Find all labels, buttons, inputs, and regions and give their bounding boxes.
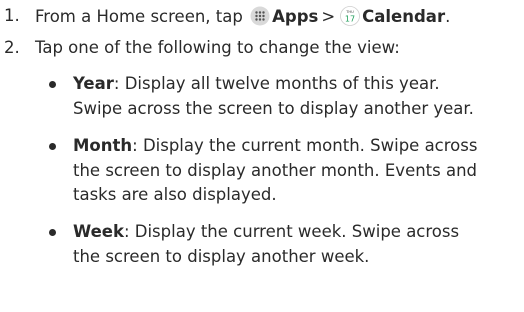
calendar-label: Calendar	[362, 7, 446, 26]
bullet-term: Week	[73, 222, 124, 241]
bullet-term: Month	[73, 136, 133, 155]
bullet-line: Year: Display all twelve months of this …	[73, 72, 523, 97]
instructions-document: 1. From a Home screen, tap Apps > THU 17…	[0, 0, 524, 312]
step-text: From a Home screen, tap Apps > THU 17 Ca…	[35, 6, 450, 27]
bullet-line: Week: Display the current week. Swipe ac…	[73, 220, 523, 245]
bullet-desc: : Display the current week. Swipe across	[123, 222, 460, 241]
bullet-dot	[49, 81, 56, 88]
bullet-line: tasks are also displayed.	[73, 185, 277, 204]
bullet-desc: : Display the current month. Swipe acros…	[132, 136, 478, 155]
bullet-line: Month: Display the current month. Swipe …	[73, 134, 523, 159]
bullet-line: the screen to display another week.	[73, 246, 370, 266]
step-number: 2.	[4, 38, 20, 57]
apps-grid-icon	[250, 6, 270, 26]
calendar-icon: THU 17	[340, 6, 361, 26]
bullet-dot	[49, 143, 56, 150]
bullet-line: Swipe across the screen to display anoth…	[73, 98, 474, 118]
step-1-period: .	[445, 7, 451, 26]
bullet-desc: : Display all twelve months of this year…	[113, 74, 440, 93]
bullet-text: Year: Display all twelve months of this …	[73, 72, 523, 121]
bullet-text: Week: Display the current week. Swipe ac…	[73, 220, 523, 269]
calendar-icon-date: 17	[345, 14, 355, 23]
bullet-term: Year	[73, 74, 114, 93]
step-1-prefix: From a Home screen, tap	[35, 7, 243, 26]
step-number: 1.	[4, 6, 20, 25]
bullet-text: Month: Display the current month. Swipe …	[73, 134, 523, 208]
bullet-line: the screen to display another month. Eve…	[73, 160, 478, 180]
step-text: Tap one of the following to change the v…	[35, 38, 400, 57]
apps-label: Apps	[272, 7, 319, 26]
bullet-dot	[49, 229, 56, 236]
path-separator: >	[321, 7, 336, 26]
